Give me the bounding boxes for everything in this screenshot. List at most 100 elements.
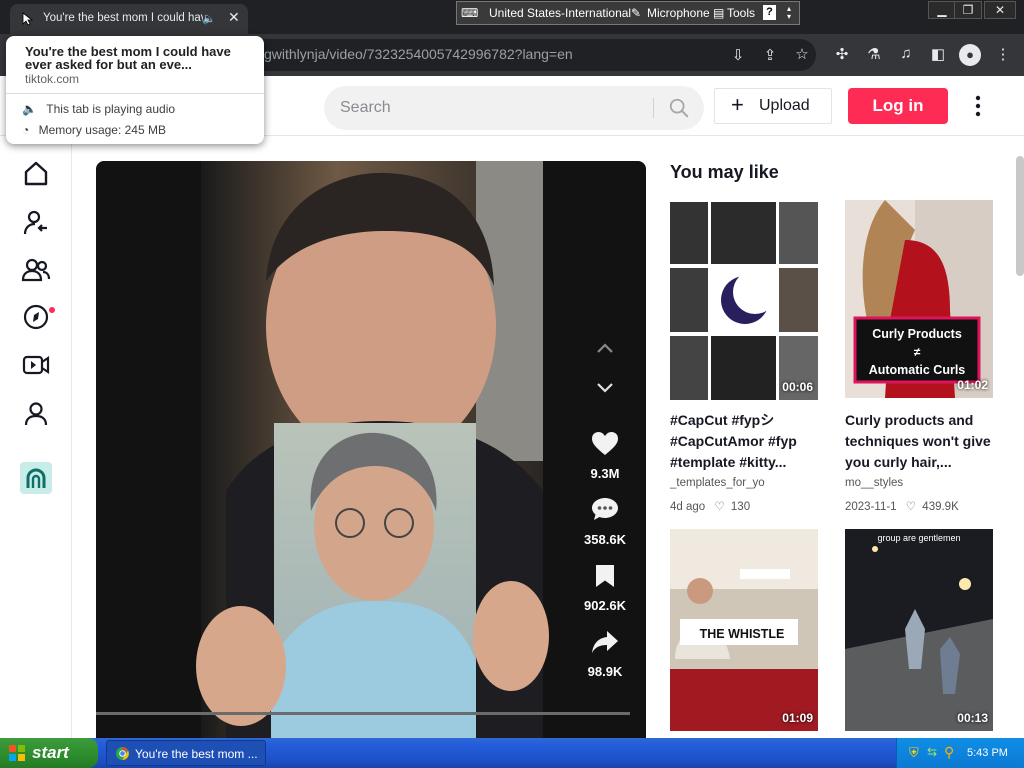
- following-icon[interactable]: [20, 207, 52, 239]
- clock: 5:43 PM: [967, 747, 1008, 759]
- video-player[interactable]: 9.3M 358.6K 902.6K 98.9K: [96, 161, 646, 738]
- share-icon[interactable]: ⇪: [760, 46, 780, 64]
- audio-status-row: 🔈 This tab is playing audio: [22, 102, 175, 116]
- recommended-video-card[interactable]: Curly Products ≠ Automatic Curls 01:02 C…: [845, 200, 993, 513]
- taskbar-window-title: You're the best mom ...: [135, 747, 258, 761]
- browser-tab[interactable]: You're the best mom I could have ever as…: [10, 4, 248, 34]
- bookmarks-count: 902.6K: [584, 598, 626, 613]
- tools-button[interactable]: Tools: [727, 6, 755, 20]
- help-button[interactable]: ?: [763, 5, 776, 20]
- system-tray: ⛨ ⇆ ⚲ 5:43 PM: [896, 738, 1024, 768]
- video-actions: 9.3M 358.6K 902.6K 98.9K: [571, 161, 639, 738]
- curly-hair-image: Curly Products ≠ Automatic Curls: [845, 200, 993, 398]
- gauge-icon: ◔: [22, 123, 30, 137]
- hover-card-title: You're the best mom I could have ever as…: [25, 44, 231, 72]
- arch-icon: [26, 468, 46, 488]
- windows-taskbar: start You're the best mom ... ⛨ ⇆ ⚲ 5:43…: [0, 738, 1024, 768]
- you-may-like-heading: You may like: [670, 162, 779, 182]
- video-thumbnail[interactable]: 00:06: [670, 202, 818, 400]
- tiktok-page: + Upload Log in: [0, 76, 1024, 738]
- recommended-video-card[interactable]: THE WHISTLE 01:09: [670, 529, 818, 738]
- effect-house-icon[interactable]: [20, 462, 52, 494]
- search-box: [324, 86, 704, 130]
- media-control-icon[interactable]: ♫: [896, 45, 916, 62]
- share-arrow-icon[interactable]: [591, 629, 619, 655]
- video-meta: mo__styles: [845, 477, 993, 489]
- video-date: 2023-11-1: [845, 501, 897, 513]
- langbar-options-icon[interactable]: ▴ ▾: [787, 5, 791, 21]
- friends-icon[interactable]: [20, 254, 52, 286]
- chevron-down-icon[interactable]: [595, 381, 615, 395]
- home-icon[interactable]: [20, 157, 52, 189]
- bookmark-icon[interactable]: [594, 563, 616, 589]
- video-title[interactable]: Curly products and techniques won't give…: [845, 410, 993, 473]
- restore-button[interactable]: ❐: [954, 1, 982, 19]
- page-scrollbar[interactable]: [1016, 156, 1024, 276]
- profile-icon[interactable]: [20, 398, 52, 430]
- taskbar-window-button[interactable]: You're the best mom ...: [106, 740, 266, 766]
- thumbnail-caption: group are gentlemen: [877, 533, 960, 543]
- recommended-video-card[interactable]: 00:06 #CapCut #fypシ #CapCutAmor #fyp #te…: [670, 202, 818, 513]
- likes-count: 9.3M: [590, 466, 620, 481]
- microphone-button[interactable]: Microphone: [647, 6, 710, 20]
- login-button[interactable]: Log in: [848, 88, 948, 124]
- video-thumbnail[interactable]: THE WHISTLE 01:09: [670, 529, 818, 731]
- hover-card-divider: [6, 93, 264, 94]
- video-thumbnail[interactable]: Curly Products ≠ Automatic Curls 01:02: [845, 200, 993, 398]
- video-date: 4d ago: [670, 501, 706, 513]
- tab-title: You're the best mom I could have ever as…: [43, 12, 203, 24]
- video-likes: 130: [730, 501, 751, 513]
- live-icon[interactable]: [20, 349, 52, 381]
- heart-outline-icon: ♡: [905, 501, 917, 513]
- thumbnail-caption: THE WHISTLE: [700, 627, 785, 641]
- video-author[interactable]: _templates_for_yo: [670, 477, 765, 489]
- language-bar: ⌨ United States-International ✎ Micropho…: [456, 1, 800, 25]
- comment-icon[interactable]: [591, 496, 619, 522]
- upload-button[interactable]: + Upload: [714, 88, 832, 124]
- speaker-icon[interactable]: 🔈: [202, 12, 216, 25]
- screen: You're the best mom I could have ever as…: [0, 0, 1024, 768]
- side-navigation: [0, 137, 72, 738]
- explore-compass-icon[interactable]: [20, 301, 52, 333]
- side-panel-icon[interactable]: ◧: [928, 45, 948, 63]
- lab-flask-icon[interactable]: ⚗: [864, 45, 884, 63]
- video-frame: [96, 161, 630, 738]
- chrome-icon: [115, 746, 130, 761]
- close-window-button[interactable]: ✕: [984, 1, 1016, 19]
- security-shield-icon[interactable]: ⛨: [909, 745, 919, 761]
- video-duration: 00:06: [782, 380, 813, 394]
- memory-usage-text: Memory usage: 245 MB: [38, 123, 166, 137]
- search-tray-icon[interactable]: ⚲: [944, 744, 954, 761]
- cat-collage-image: [670, 202, 818, 400]
- heart-outline-icon: ♡: [714, 501, 725, 513]
- minimize-button[interactable]: ▁: [928, 1, 956, 19]
- video-title[interactable]: #CapCut #fypシ #CapCutAmor #fyp #template…: [670, 410, 818, 473]
- profile-avatar-icon[interactable]: ●: [959, 44, 981, 66]
- search-input[interactable]: [340, 96, 640, 120]
- extensions-icon[interactable]: ✣: [832, 45, 852, 63]
- browser-titlebar: You're the best mom I could have ever as…: [0, 0, 1024, 34]
- bookmark-star-icon[interactable]: ☆: [792, 45, 812, 63]
- network-icon[interactable]: ⇆: [927, 745, 937, 759]
- tab-close-icon[interactable]: ✕: [228, 9, 240, 26]
- speaker-icon: 🔈: [22, 102, 37, 116]
- install-app-icon[interactable]: ⇩: [728, 46, 748, 64]
- url-text[interactable]: gwithlynja/video/7323254005742996782?lan…: [264, 46, 573, 62]
- chevron-up-icon[interactable]: [595, 341, 615, 355]
- recommended-video-card[interactable]: group are gentlemen 00:13: [845, 529, 993, 738]
- video-stats: 4d ago ♡ 130: [670, 499, 818, 513]
- search-icon[interactable]: [668, 97, 690, 119]
- heart-icon[interactable]: [591, 431, 619, 457]
- start-button[interactable]: start: [0, 738, 98, 768]
- video-author[interactable]: mo__styles: [845, 477, 903, 489]
- browser-menu-icon[interactable]: ⋮: [993, 45, 1013, 63]
- search-divider: [653, 98, 654, 118]
- notification-dot: [49, 307, 55, 313]
- video-thumbnail[interactable]: group are gentlemen 00:13: [845, 529, 993, 731]
- language-label[interactable]: United States-International: [489, 6, 631, 20]
- windows-logo-icon: [9, 745, 25, 761]
- plus-icon: +: [731, 92, 744, 117]
- more-options-icon[interactable]: [966, 94, 990, 118]
- thumbnail-caption-not-equal: ≠: [914, 345, 921, 359]
- video-meta: _templates_for_yo: [670, 477, 818, 489]
